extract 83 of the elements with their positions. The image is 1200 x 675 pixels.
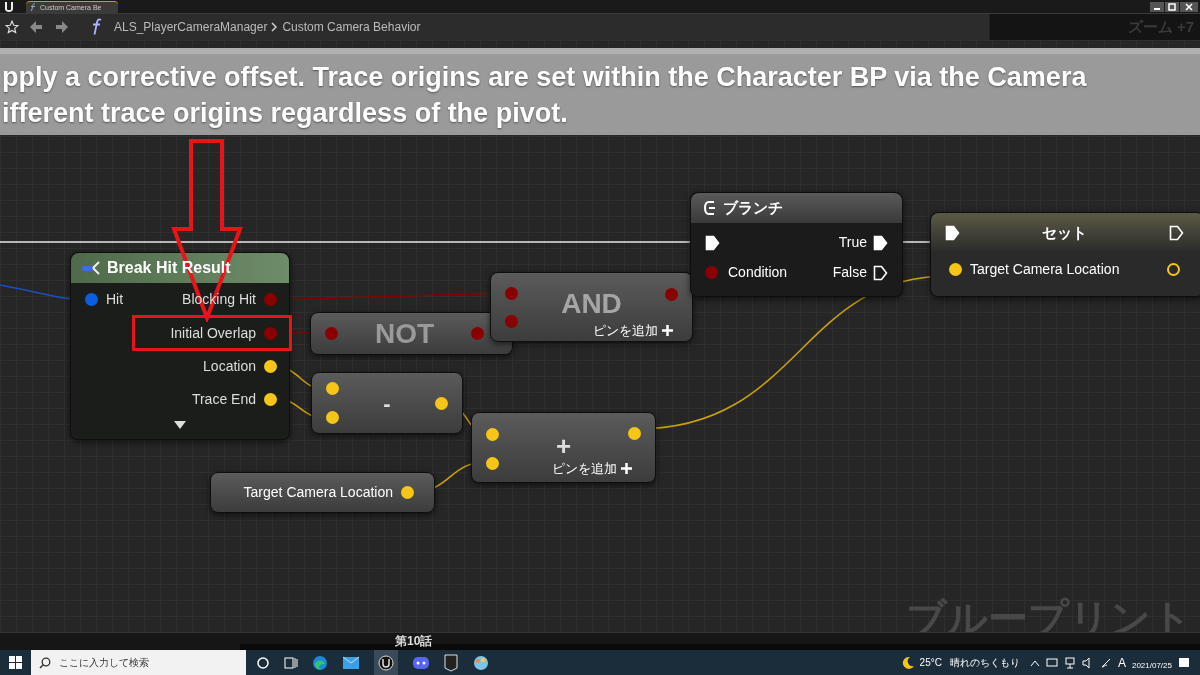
graph-canvas[interactable] xyxy=(0,40,1200,650)
pin-label: False xyxy=(832,263,867,282)
variable-node[interactable]: Target Camera Location xyxy=(210,472,435,513)
search-field[interactable]: ここに入力して検索 xyxy=(31,650,246,675)
chat-icon[interactable] xyxy=(412,654,430,671)
node-label: + xyxy=(555,433,572,459)
function-icon xyxy=(91,18,102,36)
exec-pin-icon[interactable] xyxy=(873,264,888,281)
pin-icon[interactable] xyxy=(326,382,339,395)
node-label: - xyxy=(382,389,392,418)
pin-label: True xyxy=(838,233,867,252)
mail-icon[interactable] xyxy=(342,655,360,670)
pin-icon[interactable] xyxy=(264,393,277,406)
search-icon xyxy=(39,656,51,669)
struct-icon xyxy=(81,260,101,276)
game-store-icon[interactable] xyxy=(444,653,458,672)
pin-icon[interactable] xyxy=(628,427,641,440)
weather-label: 晴れのちくもり xyxy=(949,656,1020,670)
pin-label: Location xyxy=(203,357,256,376)
pin-label: Trace End xyxy=(191,390,256,409)
plus-icon xyxy=(662,325,673,337)
chevron-icon xyxy=(271,22,279,32)
minimize-icon[interactable] xyxy=(1150,2,1164,12)
network-icon[interactable] xyxy=(1063,656,1076,669)
branch-icon xyxy=(703,200,717,216)
exec-pin-icon[interactable] xyxy=(945,225,960,241)
video-caption: 第10話 xyxy=(395,635,433,647)
pin-icon[interactable] xyxy=(264,360,277,373)
pin-label: Initial Overlap xyxy=(170,323,256,343)
add-pin-button[interactable]: ピンを追加 xyxy=(552,459,632,479)
pin-label: Hit xyxy=(106,290,124,309)
paint-icon[interactable] xyxy=(472,653,490,672)
browser-icon[interactable] xyxy=(312,654,328,671)
branch-node[interactable]: ブランチ True Condition False xyxy=(690,192,903,297)
pen-icon[interactable] xyxy=(1099,656,1112,669)
pin-icon[interactable] xyxy=(435,396,448,410)
subtract-node[interactable]: - xyxy=(311,372,463,434)
node-label: NOT xyxy=(373,316,436,351)
exec-pin-icon[interactable] xyxy=(873,234,888,251)
pin-icon[interactable] xyxy=(486,428,499,441)
comment-text: pply a corrective offset. Trace origins are set within the Character BP via the Camera xyxy=(2,60,1088,94)
exec-pin-icon[interactable] xyxy=(1169,225,1184,241)
pin-icon[interactable] xyxy=(326,411,339,424)
comment-text: ifferent trace origins regardless of the pivot. xyxy=(2,96,569,130)
add-pin-button[interactable]: ピンを追加 xyxy=(593,321,673,341)
engine-logo-icon xyxy=(378,654,394,671)
node-label: AND xyxy=(561,287,622,321)
pin-icon[interactable] xyxy=(401,486,414,499)
date-label[interactable]: 2021/07/25 xyxy=(1131,659,1172,672)
temperature: 25°C xyxy=(919,656,942,670)
back-icon[interactable] xyxy=(29,20,43,34)
star-icon[interactable] xyxy=(5,20,19,34)
pin-icon[interactable] xyxy=(486,457,499,470)
restore-icon[interactable] xyxy=(1165,2,1179,12)
and-node[interactable]: AND ピンを追加 xyxy=(490,272,693,342)
input-method-label[interactable]: A xyxy=(1117,653,1126,672)
add-node[interactable]: + ピンを追加 xyxy=(471,412,656,483)
function-icon xyxy=(30,3,36,12)
node-title: ブランチ xyxy=(723,197,783,218)
node-title: セット xyxy=(1041,222,1088,243)
pin-icon[interactable] xyxy=(1167,263,1180,276)
forward-icon[interactable] xyxy=(55,20,69,34)
start-icon[interactable] xyxy=(9,656,22,669)
engine-taskbar-icon[interactable] xyxy=(374,650,398,675)
engine-logo-icon xyxy=(3,1,15,13)
breadcrumb-link[interactable]: ALS_PlayerCameraManager xyxy=(114,18,268,36)
notification-icon[interactable] xyxy=(1178,656,1190,669)
expand-icon[interactable] xyxy=(173,420,187,430)
close-icon[interactable] xyxy=(1180,2,1198,12)
chevron-up-icon[interactable] xyxy=(1029,658,1040,667)
set-node[interactable]: セット Target Camera Location xyxy=(930,212,1200,297)
meet-icon[interactable] xyxy=(1045,656,1058,669)
pin-label: Condition xyxy=(728,263,788,282)
cortana-icon[interactable] xyxy=(256,655,270,670)
task-view-icon[interactable] xyxy=(284,655,298,670)
pin-icon[interactable] xyxy=(949,263,962,276)
moon-icon xyxy=(900,655,915,670)
exec-pin-icon[interactable] xyxy=(705,234,720,251)
search-placeholder: ここに入力して検索 xyxy=(59,656,149,670)
breadcrumb-current: Custom Camera Behavior xyxy=(282,19,421,36)
pin-label: Target Camera Location xyxy=(970,260,1120,279)
plus-icon xyxy=(621,463,632,475)
node-label: Target Camera Location xyxy=(243,483,393,502)
